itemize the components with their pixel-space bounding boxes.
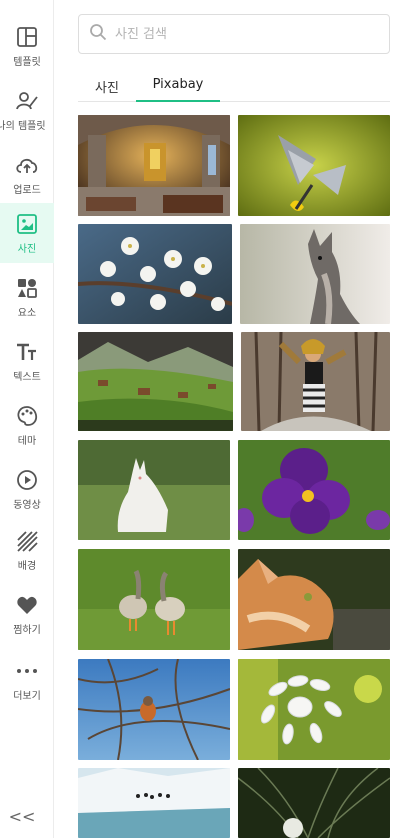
upload-cloud-icon xyxy=(15,153,39,177)
sidebar-item-label: 요소 xyxy=(17,307,37,319)
thumbnail-two-geese[interactable] xyxy=(78,549,230,650)
search-box[interactable] xyxy=(78,14,390,54)
play-circle-icon xyxy=(15,468,39,492)
sidebar-item-label: 배경 xyxy=(17,560,37,572)
tab-pixabay[interactable]: Pixabay xyxy=(136,74,220,102)
shapes-icon xyxy=(15,276,39,300)
sidebar-item-label: 테마 xyxy=(17,435,37,447)
thumbnail-church-interior[interactable] xyxy=(78,115,230,216)
more-dots-icon xyxy=(15,659,39,683)
chevron-double-left-icon: << xyxy=(8,806,36,826)
thumbnail-wallaby[interactable] xyxy=(240,224,390,324)
sidebar-item-label: 템플릿 xyxy=(13,56,41,68)
sidebar-item-text[interactable]: 텍스트 xyxy=(0,331,54,391)
source-tabs: 사진 Pixabay xyxy=(78,74,390,102)
sidebar-item-elements[interactable]: 요소 xyxy=(0,267,54,327)
sidebar-item-background[interactable]: 배경 xyxy=(0,520,54,580)
sidebar-item-label: 찜하기 xyxy=(13,624,41,636)
sidebar-item-my-templates[interactable]: 나의 템플릿 xyxy=(0,80,54,140)
sidebar-item-label: 나의 템플릿 xyxy=(0,120,46,132)
sidebar-item-label: 동영상 xyxy=(13,499,41,511)
search-icon xyxy=(89,23,107,45)
my-template-icon xyxy=(15,89,39,113)
thumbnail-butterfly-on-flower[interactable] xyxy=(238,115,390,216)
thumbnail-mountain-village[interactable] xyxy=(78,332,233,431)
thumbnail-woman-in-forest[interactable] xyxy=(241,332,390,431)
sidebar-item-templates[interactable]: 템플릿 xyxy=(0,16,54,76)
tab-photos[interactable]: 사진 xyxy=(78,74,136,102)
sidebar-item-label: 텍스트 xyxy=(13,371,41,383)
thumbnail-white-peacock[interactable] xyxy=(238,768,390,838)
thumbnail-white-agapanthus[interactable] xyxy=(238,659,390,760)
thumbnail-white-blossoms[interactable] xyxy=(78,224,232,324)
search-input[interactable] xyxy=(115,26,375,42)
text-icon xyxy=(15,340,39,364)
sidebar-item-photos[interactable]: 사진 xyxy=(0,203,54,263)
thumbnail-penguins-on-ice[interactable] xyxy=(78,768,230,838)
palette-icon xyxy=(15,404,39,428)
image-icon xyxy=(15,212,39,236)
sidebar-item-label: 업로드 xyxy=(13,184,41,196)
thumbnail-bird-in-branches[interactable] xyxy=(78,659,230,760)
sidebar-item-label: 더보기 xyxy=(13,690,41,702)
heart-icon xyxy=(15,593,39,617)
sidebar-item-upload[interactable]: 업로드 xyxy=(0,144,54,204)
sidebar-item-label: 사진 xyxy=(17,243,37,255)
sidebar-item-theme[interactable]: 테마 xyxy=(0,395,54,455)
sidebar-item-video[interactable]: 동영상 xyxy=(0,459,54,519)
sidebar: 템플릿 나의 템플릿 업로드 사진 요소 텍스트 테마 동영상 배경 찜하기 더… xyxy=(0,0,54,838)
thumbnail-white-wallaby[interactable] xyxy=(78,440,230,540)
layout-icon xyxy=(15,25,39,49)
sidebar-item-favorites[interactable]: 찜하기 xyxy=(0,584,54,644)
thumbnail-purple-pansy[interactable] xyxy=(238,440,390,540)
collapse-sidebar-button[interactable]: << xyxy=(0,804,44,828)
hatch-pattern-icon xyxy=(15,529,39,553)
thumbnail-ginger-cat[interactable] xyxy=(238,549,390,650)
sidebar-item-more[interactable]: 더보기 xyxy=(0,650,54,710)
